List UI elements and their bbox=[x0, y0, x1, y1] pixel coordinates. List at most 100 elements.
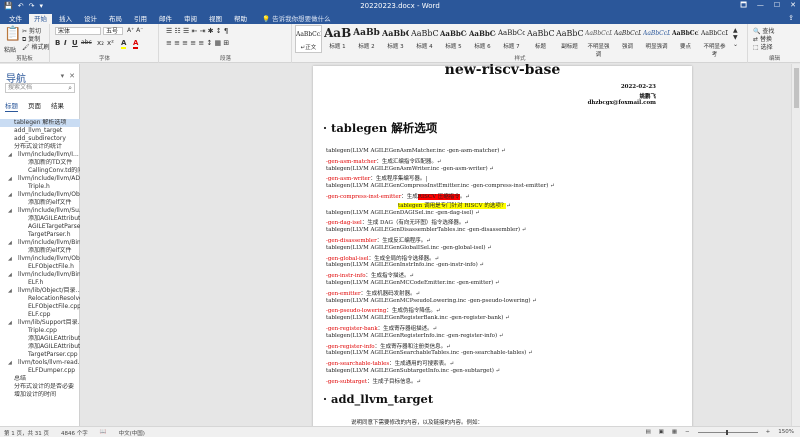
expand-toggle-icon[interactable]: ◢ bbox=[8, 207, 12, 215]
nav-heading-item[interactable]: ◢ llvm/lib/Object/目录... bbox=[0, 287, 80, 295]
tell-me-search[interactable]: 💡 告诉我你想要做什么 bbox=[262, 13, 331, 24]
nav-heading-item[interactable]: ELFDumper.cpp bbox=[0, 367, 80, 375]
close-button[interactable]: ✕ bbox=[790, 1, 796, 12]
style-heading7[interactable]: AaBbCc 标题 7 bbox=[498, 25, 525, 53]
nav-heading-item[interactable]: ELF.h bbox=[0, 279, 80, 287]
style-heading2[interactable]: AaBb 标题 2 bbox=[353, 25, 380, 53]
proofing-icon[interactable]: 📖 bbox=[100, 429, 107, 437]
nav-heading-item[interactable]: ELFObjectFile.cpp bbox=[0, 303, 80, 311]
nav-heading-item[interactable]: ◢ llvm/include/llvm/Obj... bbox=[0, 255, 80, 263]
nav-heading-item[interactable]: Triple.h bbox=[0, 183, 80, 191]
nav-heading-item[interactable]: RelocationResolve... bbox=[0, 295, 80, 303]
expand-toggle-icon[interactable]: ◢ bbox=[8, 191, 12, 199]
share-icon[interactable]: ⇪ bbox=[788, 14, 794, 22]
style-normal[interactable]: AaBbCcDt ↵正文 bbox=[295, 25, 322, 53]
nav-heading-item[interactable]: 增加设计的时间 bbox=[0, 391, 80, 399]
tab-file[interactable]: 文件 bbox=[4, 14, 27, 24]
tab-help[interactable]: 帮助 bbox=[229, 14, 252, 24]
superscript-button[interactable]: x² bbox=[107, 39, 114, 47]
nav-heading-item[interactable]: 总结 bbox=[0, 375, 80, 383]
format-painter-button[interactable]: 🖌 格式刷 bbox=[22, 42, 50, 51]
nav-heading-item[interactable]: 添加AGILEAttribut... bbox=[0, 343, 80, 351]
nav-heading-item[interactable]: 添加AGILEAttribut... bbox=[0, 335, 80, 343]
grow-font-icon[interactable]: A⁺ A⁻ bbox=[127, 27, 143, 34]
chevron-down-icon[interactable]: ▾ bbox=[61, 72, 65, 80]
style-heading4[interactable]: AaBbC 标题 4 bbox=[411, 25, 438, 53]
minimize-button[interactable]: — bbox=[757, 1, 764, 12]
expand-toggle-icon[interactable]: ◢ bbox=[8, 319, 12, 327]
tab-insert[interactable]: 插入 bbox=[54, 14, 77, 24]
style-title[interactable]: AaBbC 标题 bbox=[527, 25, 554, 53]
nav-tab-pages[interactable]: 页面 bbox=[28, 100, 41, 112]
styles-more-icon[interactable]: ▲ ▼ ⌄ bbox=[733, 27, 738, 48]
nav-heading-item[interactable]: add_llvm_target bbox=[0, 127, 80, 135]
nav-heading-item[interactable]: ◢ llvm/include/llvm/Ob... bbox=[0, 191, 80, 199]
bullets-icon[interactable]: ☰ ☷ ☰ ⇤ ⇥ ✱ ↕ ¶ bbox=[166, 27, 228, 35]
style-heading5[interactable]: AaBbCc 标题 5 bbox=[440, 25, 467, 53]
nav-heading-item[interactable]: ◢ llvm/include/llvm/I... bbox=[0, 151, 80, 159]
expand-toggle-icon[interactable]: ◢ bbox=[8, 239, 12, 247]
nav-heading-item[interactable]: Triple.cpp bbox=[0, 327, 80, 335]
style-subtitle[interactable]: AaBbC 副标题 bbox=[556, 25, 583, 53]
style-subtle-emphasis[interactable]: AaBbCcD 不明显强调 bbox=[585, 25, 612, 58]
language[interactable]: 中文(中国) bbox=[119, 429, 145, 437]
nav-heading-item[interactable]: ◢ llvm/include/llvm/AD... bbox=[0, 175, 80, 183]
nav-heading-item[interactable]: ◢ llvm/include/llvm/BinaryF... bbox=[0, 239, 80, 247]
nav-heading-item[interactable]: 添加新的elf文件 bbox=[0, 247, 80, 255]
italic-button[interactable]: I bbox=[64, 39, 67, 47]
tab-design[interactable]: 设计 bbox=[79, 14, 102, 24]
tab-layout[interactable]: 布局 bbox=[104, 14, 127, 24]
select-button[interactable]: ⬚ 选择 bbox=[753, 42, 773, 51]
style-emphasis[interactable]: AaBbCcD 强调 bbox=[614, 25, 641, 53]
font-color-button[interactable]: A bbox=[133, 39, 139, 49]
zoom-out-icon[interactable]: − bbox=[685, 429, 690, 435]
ribbon-display-icon[interactable]: 🗖 bbox=[740, 1, 747, 12]
nav-heading-item[interactable]: ◢ llvm/tools/llvm-read... bbox=[0, 359, 80, 367]
nav-heading-item[interactable]: AGILETargetParse... bbox=[0, 223, 80, 231]
expand-toggle-icon[interactable]: ◢ bbox=[8, 287, 12, 295]
bold-button[interactable]: B bbox=[55, 39, 60, 47]
font-name-select[interactable]: 宋体 bbox=[55, 27, 101, 35]
nav-tab-results[interactable]: 结果 bbox=[51, 100, 64, 112]
expand-toggle-icon[interactable]: ◢ bbox=[8, 175, 12, 183]
style-subtle-reference[interactable]: AaBbCcD 不明显参考 bbox=[701, 25, 728, 58]
nav-heading-item[interactable]: ELF.cpp bbox=[0, 311, 80, 319]
tab-view[interactable]: 视图 bbox=[204, 14, 227, 24]
style-heading6[interactable]: AaBbCc 标题 6 bbox=[469, 25, 496, 53]
nav-heading-item[interactable]: TargetParser.cpp bbox=[0, 351, 80, 359]
expand-toggle-icon[interactable]: ◢ bbox=[8, 255, 12, 263]
expand-toggle-icon[interactable]: ◢ bbox=[8, 359, 12, 367]
nav-heading-item[interactable]: ◢ llvm/lib/Support目录... bbox=[0, 319, 80, 327]
tab-references[interactable]: 引用 bbox=[129, 14, 152, 24]
search-icon[interactable]: ⌕ bbox=[68, 84, 72, 92]
read-mode-icon[interactable]: ▤ bbox=[645, 429, 650, 435]
zoom-level[interactable]: 150% bbox=[778, 429, 794, 435]
nav-heading-item[interactable]: ◢ llvm/include/llvm/BinaryF... bbox=[0, 271, 80, 279]
nav-heading-item[interactable]: CallingConv.td的问题 bbox=[0, 167, 80, 175]
subscript-button[interactable]: x₂ bbox=[97, 39, 104, 47]
underline-button[interactable]: U bbox=[72, 39, 78, 47]
nav-heading-item[interactable]: tablegen 解析选项 bbox=[0, 119, 80, 127]
style-strong[interactable]: AaBbCcD 要点 bbox=[672, 25, 699, 53]
font-size-select[interactable]: 五号 bbox=[103, 27, 123, 35]
align-icon[interactable]: ≡ ≡ ≡ ≡ ≡ ↕ ▦ ⊞ bbox=[166, 39, 229, 47]
paste-button[interactable]: 粘贴 bbox=[4, 45, 16, 54]
web-layout-icon[interactable]: ▦ bbox=[672, 429, 677, 435]
highlight-button[interactable]: A bbox=[121, 39, 127, 49]
page-count[interactable]: 第 1 页，共 31 页 bbox=[4, 429, 49, 437]
expand-toggle-icon[interactable]: ◢ bbox=[8, 151, 12, 159]
scrollbar-thumb[interactable] bbox=[794, 68, 799, 108]
nav-search-input[interactable]: 搜索文档 ⌕ bbox=[5, 83, 75, 93]
zoom-slider-knob[interactable] bbox=[725, 429, 728, 435]
nav-heading-item[interactable]: TargetParser.h bbox=[0, 231, 80, 239]
nav-heading-item[interactable]: 分布式设计的是否必要 bbox=[0, 383, 80, 391]
nav-heading-item[interactable]: ELFObjectFile.h bbox=[0, 263, 80, 271]
nav-heading-item[interactable]: 添加AGILEAttribut... bbox=[0, 215, 80, 223]
maximize-button[interactable]: ☐ bbox=[774, 1, 780, 12]
zoom-in-icon[interactable]: + bbox=[766, 429, 771, 435]
word-count[interactable]: 4846 个字 bbox=[61, 429, 88, 437]
zoom-slider[interactable] bbox=[697, 429, 758, 435]
paste-icon[interactable]: 📋 bbox=[4, 26, 21, 42]
nav-tab-headings[interactable]: 标题 bbox=[5, 100, 18, 112]
nav-heading-item[interactable]: add_subdirectory bbox=[0, 135, 80, 143]
